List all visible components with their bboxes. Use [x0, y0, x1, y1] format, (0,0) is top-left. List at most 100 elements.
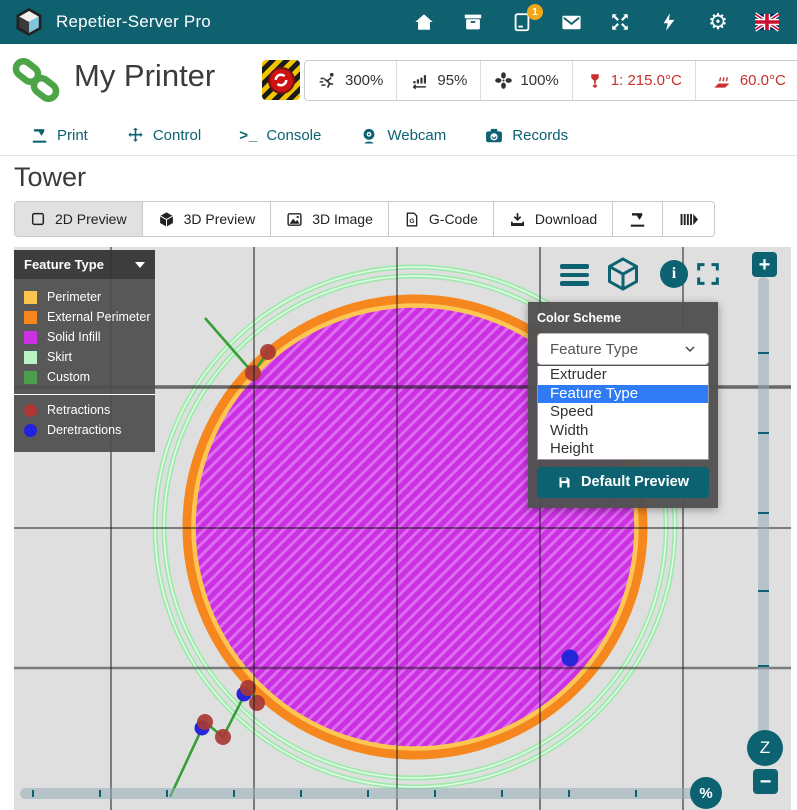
- emergency-stop-icon: [268, 67, 295, 94]
- records-camera-icon: [484, 126, 504, 146]
- printer-nozzle-icon: [628, 210, 647, 229]
- language-flag-icon[interactable]: [755, 10, 779, 34]
- external-perimeter-swatch: [24, 311, 37, 324]
- subtab-3d-preview-label: 3D Preview: [184, 211, 256, 227]
- printer-name: My Printer: [74, 58, 215, 94]
- navbar-icons: 1 ⚙: [412, 10, 783, 34]
- legend-panel: Feature Type Perimeter External Perimete…: [14, 250, 155, 452]
- layer-slider-vertical[interactable]: [758, 277, 769, 760]
- speed-value: 300%: [345, 72, 383, 89]
- chevron-down-icon: [135, 262, 145, 268]
- subtab-3d-preview[interactable]: 3D Preview: [142, 202, 271, 236]
- brand-name: Repetier-Server Pro: [56, 12, 211, 32]
- subtab-3d-image[interactable]: 3D Image: [270, 202, 388, 236]
- slider-tick: [99, 790, 101, 797]
- default-preview-button[interactable]: Default Preview: [537, 467, 709, 498]
- slider-tick: [300, 790, 302, 797]
- expand-icon[interactable]: [608, 10, 632, 34]
- settings-gear-icon[interactable]: ⚙: [706, 10, 730, 34]
- printer-link-icon: [12, 56, 60, 104]
- color-scheme-options: Extruder Feature Type Speed Width Height: [537, 366, 709, 460]
- fullscreen-icon: [694, 260, 722, 288]
- columns-play-icon: [678, 210, 699, 229]
- tab-webcam[interactable]: Webcam: [359, 126, 446, 146]
- option-speed[interactable]: Speed: [538, 403, 708, 422]
- printer-tabs: Print Control >_ Console Webcam Records: [0, 116, 797, 156]
- extruder-temp-button[interactable]: 1: 215.0°C: [572, 61, 695, 100]
- fan-icon: [494, 71, 513, 90]
- zoom-out-button[interactable]: −: [753, 769, 778, 794]
- progress-slider-horizontal[interactable]: [20, 788, 704, 799]
- option-height[interactable]: Height: [538, 440, 708, 459]
- subtab-print-job-button[interactable]: [612, 202, 662, 236]
- printer-status-group: 300% 95% 100% 1: 215.0°C: [304, 60, 797, 101]
- cube-3d-icon: [158, 211, 175, 228]
- bed-temp-button[interactable]: 60.0°C: [695, 61, 797, 100]
- slider-tick: [568, 790, 570, 797]
- move-cross-icon: [126, 126, 145, 145]
- legend-item: External Perimeter: [14, 307, 155, 327]
- slider-tick: [166, 790, 168, 797]
- legend-item: Skirt: [14, 347, 155, 367]
- flow-value: 95%: [437, 72, 467, 89]
- percent-mode-button[interactable]: %: [690, 777, 722, 809]
- legend-item: Perimeter: [14, 287, 155, 307]
- zoom-in-button[interactable]: +: [752, 252, 777, 277]
- color-scheme-select[interactable]: Feature Type: [537, 333, 709, 365]
- slider-tick: [758, 512, 769, 514]
- extruder-temp-value: 1: 215.0°C: [611, 72, 682, 89]
- flow-button[interactable]: 95%: [396, 61, 480, 100]
- repetier-logo-icon: [14, 7, 44, 37]
- info-button[interactable]: i: [660, 260, 688, 288]
- tab-records-label: Records: [512, 127, 568, 144]
- messages-badge: 1: [527, 4, 543, 20]
- slider-tick: [367, 790, 369, 797]
- view-3d-button[interactable]: [605, 256, 641, 297]
- printer-box-icon[interactable]: [461, 10, 485, 34]
- info-icon: i: [672, 265, 676, 283]
- option-extruder[interactable]: Extruder: [538, 366, 708, 385]
- fan-button[interactable]: 100%: [480, 61, 571, 100]
- chevron-down-icon: [682, 341, 698, 357]
- tab-records[interactable]: Records: [484, 126, 568, 146]
- legend-item: Retractions: [14, 400, 155, 420]
- slider-tick: [233, 790, 235, 797]
- messages-icon[interactable]: 1: [510, 10, 534, 34]
- print-icon: [30, 126, 49, 145]
- option-feature-type[interactable]: Feature Type: [538, 385, 708, 404]
- svg-text:G: G: [409, 217, 414, 224]
- tab-print[interactable]: Print: [30, 126, 88, 145]
- emergency-stop-button[interactable]: [262, 60, 300, 100]
- save-icon: [557, 475, 572, 490]
- z-mode-button[interactable]: Z: [747, 730, 783, 766]
- tab-control[interactable]: Control: [126, 126, 201, 145]
- webcam-icon: [359, 126, 379, 146]
- brand: Repetier-Server Pro: [14, 7, 211, 37]
- subtab-2d-preview[interactable]: 2D Preview: [15, 202, 142, 236]
- legend-title: Feature Type: [24, 257, 104, 272]
- tab-console-label: Console: [266, 127, 321, 144]
- power-icon[interactable]: [657, 10, 681, 34]
- legend-divider: [14, 394, 155, 395]
- preview-menu-button[interactable]: [560, 264, 589, 286]
- retractions-dot: [24, 404, 37, 417]
- fan-value: 100%: [520, 72, 558, 89]
- mail-icon[interactable]: [559, 10, 583, 34]
- legend-item: Deretractions: [14, 420, 155, 440]
- fullscreen-button[interactable]: [694, 260, 722, 293]
- gcode-file-icon: G: [404, 211, 420, 228]
- subtab-download[interactable]: Download: [493, 202, 612, 236]
- option-width[interactable]: Width: [538, 422, 708, 441]
- console-icon: >_: [239, 127, 258, 144]
- custom-swatch: [24, 371, 37, 384]
- gcode-2d-preview-canvas[interactable]: Feature Type Perimeter External Perimete…: [14, 247, 791, 810]
- speed-button[interactable]: 300%: [305, 61, 396, 100]
- home-icon[interactable]: [412, 10, 436, 34]
- slider-tick: [758, 432, 769, 434]
- tab-console[interactable]: >_ Console: [239, 127, 321, 144]
- perimeter-swatch: [24, 291, 37, 304]
- subtab-gcode[interactable]: G G-Code: [388, 202, 493, 236]
- slider-tick: [758, 665, 769, 667]
- subtab-layer-play-button[interactable]: [662, 202, 714, 236]
- legend-header[interactable]: Feature Type: [14, 250, 155, 279]
